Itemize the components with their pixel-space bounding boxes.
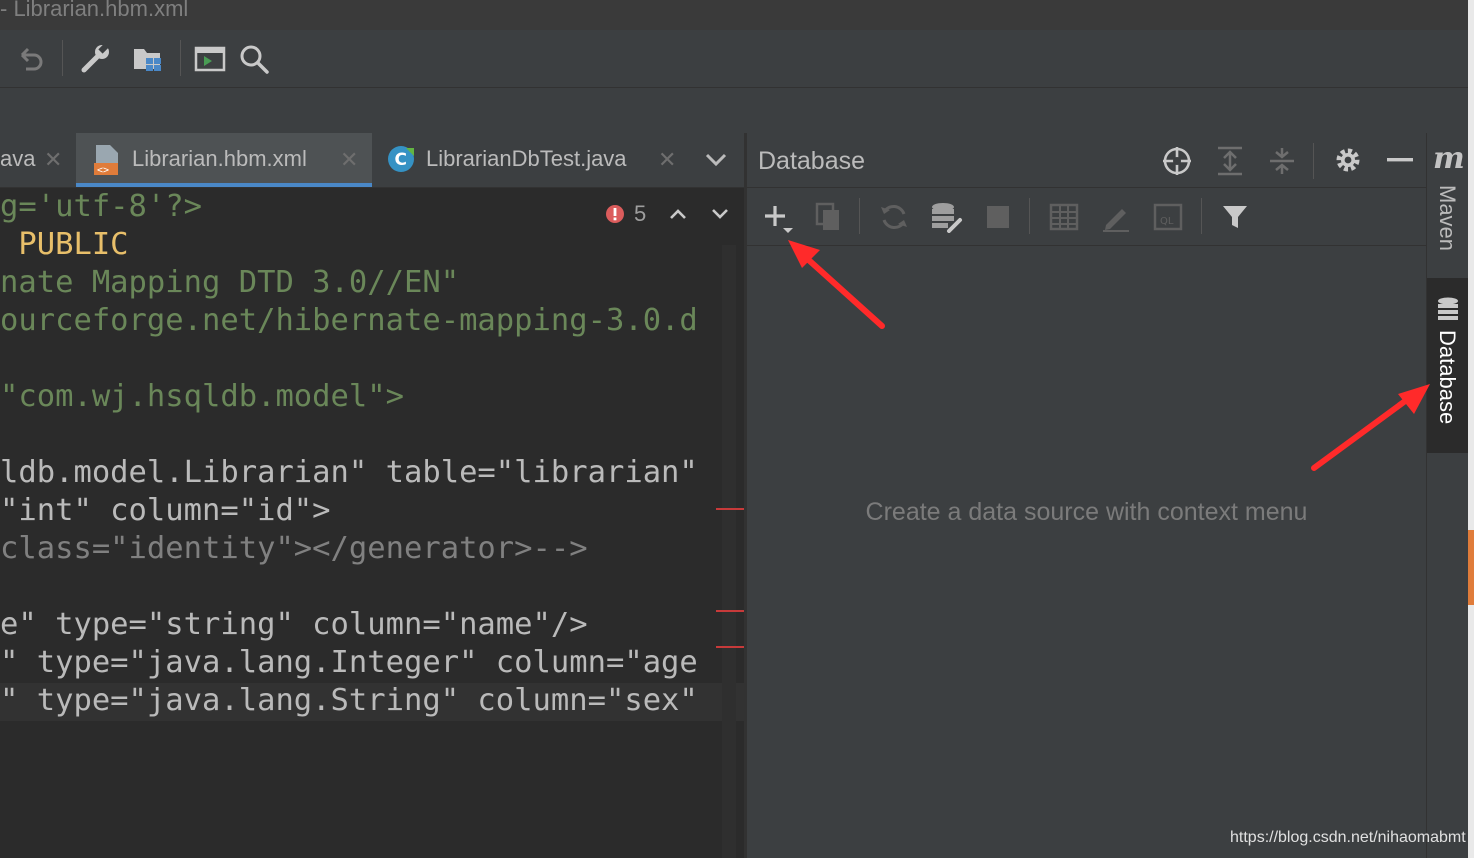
run-console-icon[interactable] xyxy=(194,45,226,73)
page-scrollbar[interactable] xyxy=(1468,0,1474,858)
code-line: " type="java.lang.Integer" column="age xyxy=(0,645,698,680)
code-line: e" type="string" column="name"/> xyxy=(0,607,588,642)
tab-librarian-db-test[interactable]: C LibrarianDbTest.java ✕ xyxy=(374,133,694,187)
code-line: PUBLIC xyxy=(0,227,129,262)
tab-close-icon[interactable]: ✕ xyxy=(340,147,358,173)
code-line: nate Mapping DTD 3.0//EN" xyxy=(0,265,460,300)
search-icon[interactable] xyxy=(238,43,270,75)
code-line: class="identity"></generator>--> xyxy=(0,531,588,566)
next-highlight-icon[interactable] xyxy=(710,206,730,222)
table-view-icon[interactable] xyxy=(1049,203,1079,231)
xml-file-icon: <> xyxy=(94,145,118,176)
project-structure-icon[interactable] xyxy=(132,44,164,74)
collapse-all-icon[interactable] xyxy=(1267,145,1297,177)
refresh-icon[interactable] xyxy=(879,202,909,232)
code-line: " type="java.lang.String" column="sex" xyxy=(0,683,698,718)
tab-close-icon[interactable]: ✕ xyxy=(44,147,62,173)
edit-icon[interactable] xyxy=(1101,202,1131,232)
undo-icon[interactable] xyxy=(16,44,46,74)
svg-text:<>: <> xyxy=(97,165,109,176)
svg-text:QL: QL xyxy=(1160,216,1174,227)
tab-java-file[interactable]: ava ✕ xyxy=(0,133,74,187)
editor-tab-bar: ava ✕ <> Librarian.hbm.xml ✕ C Librarian… xyxy=(0,133,744,188)
scrollbar-marker xyxy=(1468,530,1474,605)
right-tool-strip: m Maven xyxy=(1426,133,1469,858)
database-empty-message: Create a data source with context menu xyxy=(865,498,1308,526)
error-icon xyxy=(606,205,624,223)
db-properties-icon[interactable] xyxy=(929,201,963,233)
database-icon xyxy=(1438,297,1458,320)
previous-highlight-icon[interactable] xyxy=(668,206,688,222)
error-stripe-mark[interactable] xyxy=(716,610,744,612)
editor-scrollbar[interactable] xyxy=(722,245,736,858)
query-console-icon[interactable]: QL xyxy=(1153,203,1183,231)
maven-icon[interactable]: m xyxy=(1433,141,1465,176)
settings-gear-icon[interactable] xyxy=(1333,145,1363,175)
tab-label: ava xyxy=(0,146,36,171)
error-stripe-mark[interactable] xyxy=(716,508,744,510)
database-panel-title: Database xyxy=(758,147,866,175)
java-class-icon: C xyxy=(388,146,414,172)
locate-icon[interactable] xyxy=(1161,145,1193,177)
database-panel-header: Database xyxy=(747,133,1426,188)
code-line: "int" column="id"> xyxy=(0,493,331,528)
error-stripe-mark[interactable] xyxy=(716,646,744,648)
stop-icon[interactable] xyxy=(987,206,1009,228)
expand-all-icon[interactable] xyxy=(1215,145,1245,177)
tab-librarian-hbm-xml[interactable]: <> Librarian.hbm.xml ✕ xyxy=(76,133,372,187)
tab-list-chevron-icon[interactable] xyxy=(704,151,728,169)
code-line: ldb.model.Librarian" table="librarian" xyxy=(0,455,698,490)
tab-label: LibrarianDbTest.java xyxy=(426,146,627,171)
annotation-arrow xyxy=(1311,384,1430,471)
inspection-count: 5 xyxy=(634,201,647,226)
database-tool-tab-label: Database xyxy=(1435,330,1460,425)
wrench-icon[interactable] xyxy=(80,42,112,74)
filter-icon[interactable] xyxy=(1221,203,1249,231)
inspection-widget[interactable]: 5 xyxy=(600,197,740,231)
minimize-icon[interactable] xyxy=(1387,157,1413,163)
code-line: ourceforge.net/hibernate-mapping-3.0.d xyxy=(0,303,698,338)
code-line: "com.wj.hsqldb.model"> xyxy=(0,379,404,414)
svg-text:C: C xyxy=(395,150,407,170)
tab-close-icon[interactable]: ✕ xyxy=(658,147,676,173)
watermark: https://blog.csdn.net/nihaomabmt xyxy=(1230,829,1466,846)
code-line: g='utf-8'?> xyxy=(0,189,202,224)
copy-icon[interactable] xyxy=(815,202,843,232)
window-title-bar: - Librarian.hbm.xml xyxy=(0,0,1474,31)
navigation-bar xyxy=(0,88,1468,134)
maven-tool-tab[interactable]: Maven xyxy=(1434,185,1460,251)
tab-label: Librarian.hbm.xml xyxy=(132,146,307,171)
window-title: - Librarian.hbm.xml xyxy=(0,0,189,21)
main-toolbar xyxy=(0,30,1468,88)
annotation-arrow xyxy=(788,240,885,329)
